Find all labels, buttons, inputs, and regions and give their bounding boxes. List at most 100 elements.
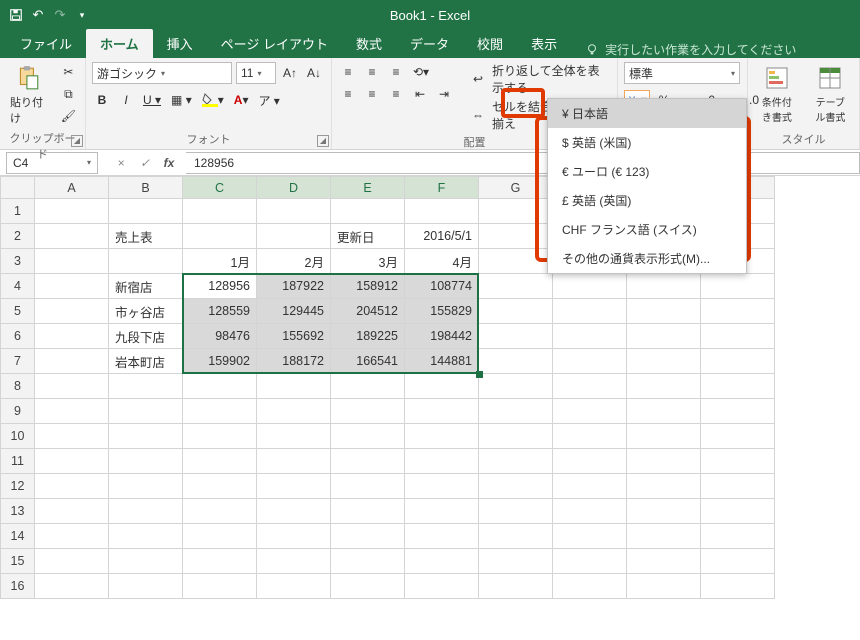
cell-blank[interactable] bbox=[701, 499, 775, 524]
cell-blank[interactable] bbox=[701, 399, 775, 424]
cell-G3[interactable] bbox=[479, 249, 553, 274]
paste-button[interactable]: 貼り付け bbox=[6, 62, 50, 128]
cell-H10[interactable] bbox=[553, 424, 627, 449]
cell-C9[interactable] bbox=[183, 399, 257, 424]
cell-F14[interactable] bbox=[405, 524, 479, 549]
row-header-6[interactable]: 6 bbox=[1, 324, 35, 349]
shrink-font-icon[interactable]: A↓ bbox=[304, 63, 324, 83]
row-header-16[interactable]: 16 bbox=[1, 574, 35, 599]
row-header-8[interactable]: 8 bbox=[1, 374, 35, 399]
orientation-icon[interactable]: ⟲▾ bbox=[410, 62, 432, 82]
row-header-3[interactable]: 3 bbox=[1, 249, 35, 274]
save-icon[interactable] bbox=[8, 7, 24, 23]
copy-icon[interactable]: ⧉ bbox=[58, 84, 79, 104]
cell-blank[interactable] bbox=[701, 274, 775, 299]
cell-G6[interactable] bbox=[479, 324, 553, 349]
tab-page-layout[interactable]: ページ レイアウト bbox=[207, 29, 342, 58]
phonetic-button[interactable]: ア ▾ bbox=[255, 90, 282, 110]
cell-F9[interactable] bbox=[405, 399, 479, 424]
cell-G1[interactable] bbox=[479, 199, 553, 224]
number-format-combo[interactable]: 標準▾ bbox=[624, 62, 740, 84]
cell-B9[interactable] bbox=[109, 399, 183, 424]
row-header-4[interactable]: 4 bbox=[1, 274, 35, 299]
align-left-icon[interactable]: ≡ bbox=[338, 84, 358, 104]
cell-G2[interactable] bbox=[479, 224, 553, 249]
cell-A7[interactable] bbox=[35, 349, 109, 374]
cell-D12[interactable] bbox=[257, 474, 331, 499]
cell-blank[interactable] bbox=[627, 499, 701, 524]
cell-C5[interactable]: 128559 bbox=[183, 299, 257, 324]
grow-font-icon[interactable]: A↑ bbox=[280, 63, 300, 83]
cell-B14[interactable] bbox=[109, 524, 183, 549]
cell-F16[interactable] bbox=[405, 574, 479, 599]
row-header-9[interactable]: 9 bbox=[1, 399, 35, 424]
cell-A14[interactable] bbox=[35, 524, 109, 549]
dialog-launcher-clipboard[interactable]: ◢ bbox=[71, 135, 83, 147]
cell-F8[interactable] bbox=[405, 374, 479, 399]
cell-blank[interactable] bbox=[627, 399, 701, 424]
cell-B6[interactable]: 九段下店 bbox=[109, 324, 183, 349]
col-A[interactable]: A bbox=[35, 177, 109, 199]
cell-F4[interactable]: 108774 bbox=[405, 274, 479, 299]
cell-blank[interactable] bbox=[627, 374, 701, 399]
cell-H6[interactable] bbox=[553, 324, 627, 349]
currency-item-gbp[interactable]: £ 英語 (英国) bbox=[548, 186, 746, 215]
cell-C16[interactable] bbox=[183, 574, 257, 599]
cell-A8[interactable] bbox=[35, 374, 109, 399]
row-header-15[interactable]: 15 bbox=[1, 549, 35, 574]
col-F[interactable]: F bbox=[405, 177, 479, 199]
cell-B7[interactable]: 岩本町店 bbox=[109, 349, 183, 374]
cell-F11[interactable] bbox=[405, 449, 479, 474]
cell-blank[interactable] bbox=[701, 299, 775, 324]
row-header-10[interactable]: 10 bbox=[1, 424, 35, 449]
row-header-5[interactable]: 5 bbox=[1, 299, 35, 324]
cell-F5[interactable]: 155829 bbox=[405, 299, 479, 324]
cell-F7[interactable]: 144881 bbox=[405, 349, 479, 374]
qat-customize-icon[interactable]: ▾ bbox=[74, 7, 90, 23]
cell-E15[interactable] bbox=[331, 549, 405, 574]
font-color-button[interactable]: A▾ bbox=[231, 90, 252, 110]
cell-C8[interactable] bbox=[183, 374, 257, 399]
cell-C12[interactable] bbox=[183, 474, 257, 499]
col-B[interactable]: B bbox=[109, 177, 183, 199]
cell-blank[interactable] bbox=[627, 449, 701, 474]
align-bottom-icon[interactable]: ≡ bbox=[386, 62, 406, 82]
cell-F12[interactable] bbox=[405, 474, 479, 499]
underline-button[interactable]: U ▾ bbox=[140, 90, 164, 110]
cell-blank[interactable] bbox=[701, 574, 775, 599]
enter-icon[interactable]: ✓ bbox=[136, 154, 154, 172]
cell-F6[interactable]: 198442 bbox=[405, 324, 479, 349]
cell-F13[interactable] bbox=[405, 499, 479, 524]
cell-B1[interactable] bbox=[109, 199, 183, 224]
cell-F2[interactable]: 2016/5/1 bbox=[405, 224, 479, 249]
cell-G5[interactable] bbox=[479, 299, 553, 324]
cell-E4[interactable]: 158912 bbox=[331, 274, 405, 299]
cell-E7[interactable]: 166541 bbox=[331, 349, 405, 374]
cell-H11[interactable] bbox=[553, 449, 627, 474]
border-button[interactable]: ▦ ▾ bbox=[168, 90, 195, 110]
font-name-combo[interactable]: 游ゴシック▾ bbox=[92, 62, 232, 84]
cell-blank[interactable] bbox=[627, 474, 701, 499]
cell-E5[interactable]: 204512 bbox=[331, 299, 405, 324]
cell-A3[interactable] bbox=[35, 249, 109, 274]
italic-button[interactable]: I bbox=[116, 90, 136, 110]
row-header-2[interactable]: 2 bbox=[1, 224, 35, 249]
cell-E10[interactable] bbox=[331, 424, 405, 449]
cell-E1[interactable] bbox=[331, 199, 405, 224]
cell-E16[interactable] bbox=[331, 574, 405, 599]
cell-D1[interactable] bbox=[257, 199, 331, 224]
cell-G7[interactable] bbox=[479, 349, 553, 374]
cell-C14[interactable] bbox=[183, 524, 257, 549]
cell-D11[interactable] bbox=[257, 449, 331, 474]
row-header-12[interactable]: 12 bbox=[1, 474, 35, 499]
cell-G4[interactable] bbox=[479, 274, 553, 299]
cell-F10[interactable] bbox=[405, 424, 479, 449]
cell-A4[interactable] bbox=[35, 274, 109, 299]
bold-button[interactable]: B bbox=[92, 90, 112, 110]
align-right-icon[interactable]: ≡ bbox=[386, 84, 406, 104]
select-all-button[interactable] bbox=[1, 177, 35, 199]
cell-A6[interactable] bbox=[35, 324, 109, 349]
cell-B11[interactable] bbox=[109, 449, 183, 474]
cell-A1[interactable] bbox=[35, 199, 109, 224]
cell-G10[interactable] bbox=[479, 424, 553, 449]
